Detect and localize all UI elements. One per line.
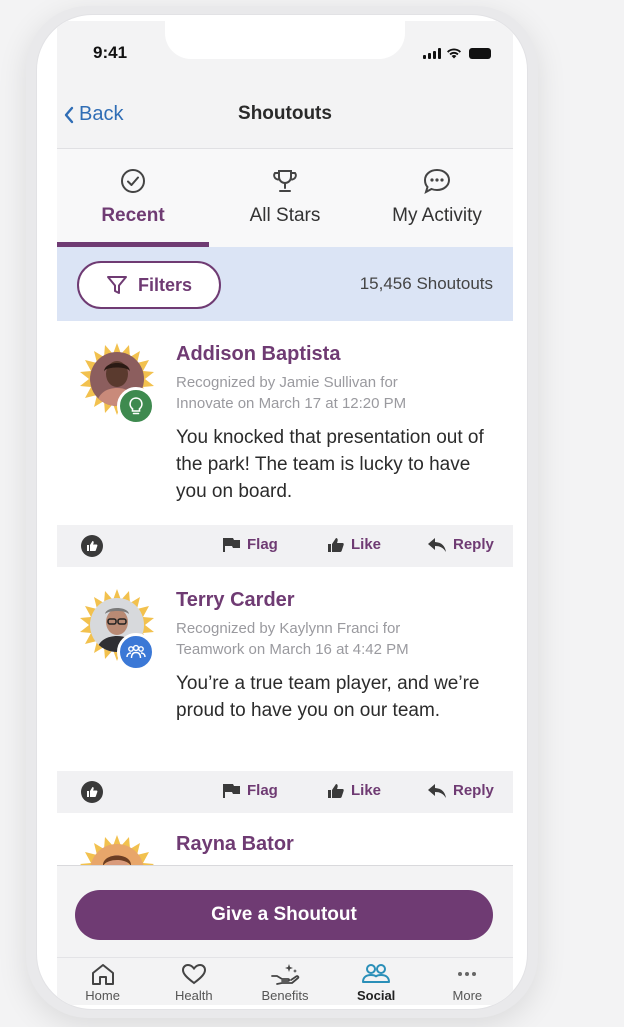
chat-bubble-icon <box>423 168 451 195</box>
shoutout-card: Terry Carder Recognized by Kaylynn Franc… <box>57 567 513 771</box>
like-label: Like <box>351 536 382 553</box>
bottom-navigation: Home Health Benefits Social More <box>57 957 513 1005</box>
more-dots-icon <box>458 972 477 976</box>
card-action-bar: Flag Like Reply <box>57 525 513 567</box>
category-badge <box>117 387 155 425</box>
shoutout-count: 15,456 Shoutouts <box>359 274 493 293</box>
flag-button[interactable]: Flag <box>223 782 278 799</box>
thumbs-up-icon <box>87 541 98 551</box>
status-icons <box>423 47 491 59</box>
reply-button[interactable]: Reply <box>427 536 494 553</box>
recognition-meta: Recognized by Jamie Sullivan for Innovat… <box>176 372 496 414</box>
shoutout-message: You knocked that presentation out of the… <box>176 427 484 502</box>
filters-label: Filters <box>137 274 193 295</box>
wifi-icon <box>447 48 461 59</box>
category-badge <box>117 633 155 671</box>
tab-all-stars-label: All Stars <box>249 205 321 226</box>
flag-icon <box>223 783 240 798</box>
like-button[interactable]: Like <box>327 782 381 799</box>
recognized-by-line: Recognized by Jamie Sullivan for <box>176 374 398 391</box>
nav-label: Benefits <box>261 988 309 1003</box>
nav-item-health[interactable]: Health <box>148 958 239 1005</box>
thumbs-up-icon <box>328 537 344 552</box>
tab-recent-label: Recent <box>101 205 165 226</box>
filters-button[interactable]: Filters <box>77 261 221 309</box>
shoutout-feed[interactable]: Addison Baptista Recognized by Jamie Sul… <box>57 321 513 865</box>
recipient-name[interactable]: Terry Carder <box>176 589 496 612</box>
cta-area: Give a Shoutout <box>57 865 513 957</box>
like-count-icon <box>81 781 103 803</box>
tab-bar: Recent All Stars My Activity <box>57 149 513 247</box>
thumbs-up-icon <box>87 787 98 797</box>
flag-icon <box>223 537 240 552</box>
nav-item-more[interactable]: More <box>422 958 513 1005</box>
hand-sparkle-icon <box>271 964 300 985</box>
like-button[interactable]: Like <box>327 536 381 553</box>
nav-item-social[interactable]: Social <box>331 958 422 1005</box>
tab-my-activity-label: My Activity <box>392 205 482 226</box>
nav-item-home[interactable]: Home <box>57 958 148 1005</box>
avatar[interactable] <box>79 833 155 865</box>
shoutout-content: Addison Baptista Recognized by Jamie Sul… <box>176 343 496 505</box>
flag-label: Flag <box>247 536 278 553</box>
app-screen: 9:41 Back Shoutouts Recent All Stars My … <box>57 21 513 1005</box>
tab-my-activity[interactable]: My Activity <box>361 149 513 247</box>
card-action-bar: Flag Like Reply <box>57 771 513 813</box>
shoutout-card: Addison Baptista Recognized by Jamie Sul… <box>57 321 513 525</box>
nav-item-benefits[interactable]: Benefits <box>239 958 330 1005</box>
reply-label: Reply <box>453 536 494 553</box>
flag-button[interactable]: Flag <box>223 536 278 553</box>
heart-icon <box>181 963 206 985</box>
nav-label: Social <box>357 988 396 1003</box>
signal-icon <box>423 48 441 59</box>
tab-recent[interactable]: Recent <box>57 149 209 247</box>
avatar[interactable] <box>79 587 155 671</box>
give-shoutout-button[interactable]: Give a Shoutout <box>75 890 493 940</box>
reply-label: Reply <box>453 782 494 799</box>
flag-label: Flag <box>247 782 278 799</box>
like-count-icon <box>81 535 103 557</box>
lightbulb-icon <box>129 397 143 415</box>
navigation-bar: Back Shoutouts <box>57 85 513 149</box>
nav-label: More <box>452 988 483 1003</box>
like-label: Like <box>351 782 382 799</box>
category-date-line: Teamwork on March 16 at 4:42 PM <box>176 641 409 658</box>
battery-icon <box>469 48 491 59</box>
status-time: 9:41 <box>93 43 128 62</box>
shoutout-card: Rayna Bator <box>57 813 513 865</box>
filter-bar: Filters 15,456 Shoutouts <box>57 247 513 321</box>
recognized-by-line: Recognized by Kaylynn Franci for <box>176 620 401 637</box>
filter-funnel-icon <box>106 276 127 294</box>
category-date-line: Innovate on March 17 at 12:20 PM <box>176 395 407 412</box>
home-icon <box>91 964 114 985</box>
phone-frame: 9:41 Back Shoutouts Recent All Stars My … <box>36 14 528 1010</box>
page-title: Shoutouts <box>238 103 332 124</box>
shoutout-message: You’re a true team player, and we’re pro… <box>176 673 480 721</box>
status-bar: 9:41 <box>57 21 513 85</box>
nav-label: Health <box>174 988 213 1003</box>
reply-arrow-icon <box>428 537 446 552</box>
recipient-name[interactable]: Addison Baptista <box>176 343 496 366</box>
reply-button[interactable]: Reply <box>427 782 494 799</box>
thumbs-up-icon <box>328 783 344 798</box>
trophy-icon <box>273 170 297 192</box>
recipient-name[interactable]: Rayna Bator <box>176 833 294 856</box>
nav-label: Home <box>85 988 120 1003</box>
recognition-meta: Recognized by Kaylynn Franci for Teamwor… <box>176 618 496 660</box>
avatar[interactable] <box>79 341 155 425</box>
device-notch <box>165 21 405 59</box>
check-circle-icon <box>121 169 145 193</box>
team-icon <box>126 644 146 659</box>
reply-arrow-icon <box>428 783 446 798</box>
people-icon <box>362 964 391 983</box>
shoutout-content: Terry Carder Recognized by Kaylynn Franc… <box>176 589 496 724</box>
tab-all-stars[interactable]: All Stars <box>209 149 361 247</box>
